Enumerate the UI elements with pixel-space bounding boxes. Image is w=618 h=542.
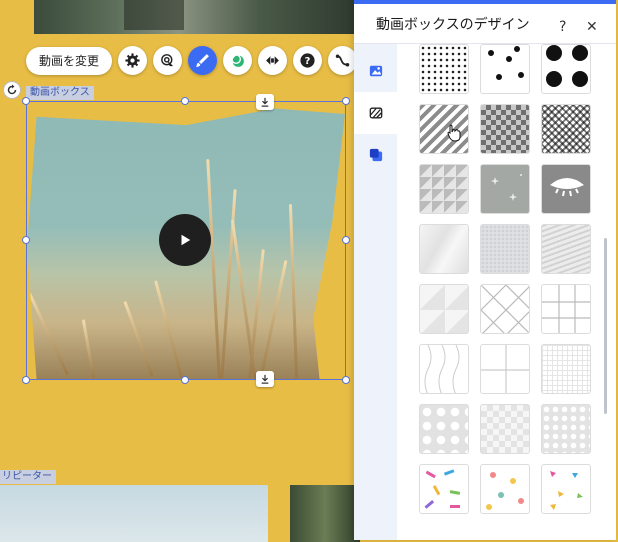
repeater-photo-1 [0, 485, 268, 542]
pattern-icon [369, 107, 382, 119]
rotate-handle[interactable] [3, 81, 21, 99]
design-button[interactable] [188, 46, 218, 75]
pattern-checker-gray[interactable] [480, 404, 530, 454]
pattern-brush-texture[interactable] [541, 224, 591, 274]
panel-header: 動画ボックスのデザイン ? ✕ [354, 4, 616, 44]
change-video-button[interactable]: 動画を変更 [26, 46, 113, 75]
connect-icon [335, 54, 350, 67]
pattern-faceted-light[interactable] [419, 224, 469, 274]
stretch-handle-top[interactable] [256, 94, 274, 110]
resize-handle-ml[interactable] [22, 236, 30, 244]
pattern-dots-small-gray[interactable] [541, 404, 591, 454]
help-button[interactable]: ? [293, 46, 323, 75]
rotate-icon [7, 84, 17, 95]
download-arrow-icon [261, 374, 269, 384]
panel-tab-bar [354, 44, 397, 540]
tab-image[interactable] [354, 50, 397, 92]
pattern-checker-diamonds[interactable] [480, 104, 530, 154]
floating-toolbar: 動画を変更 ? [26, 46, 358, 75]
pattern-scattered-dots[interactable] [480, 44, 530, 94]
pattern-fine-grid[interactable] [541, 344, 591, 394]
panel-title: 動画ボックスのデザイン [376, 16, 530, 33]
arrange-button[interactable] [258, 46, 288, 75]
resize-handle-bc[interactable] [181, 376, 189, 384]
pattern-sparkles[interactable] [480, 164, 530, 214]
pointer-hand-icon [447, 124, 461, 142]
pattern-eye[interactable] [541, 164, 591, 214]
download-arrow-icon [261, 97, 269, 107]
pattern-diagonal-stripes[interactable] [419, 104, 469, 154]
pattern-large-dots[interactable] [541, 44, 591, 94]
help-icon[interactable]: ? [559, 19, 566, 35]
image-icon [369, 65, 382, 77]
repeater-photo-2 [290, 485, 360, 542]
video-box-design-panel: 動画ボックスのデザイン ? ✕ [354, 0, 616, 540]
gear-icon [125, 53, 140, 68]
pattern-confetti-dots[interactable] [480, 464, 530, 514]
connect-button[interactable] [328, 46, 358, 75]
svg-text:?: ? [305, 56, 311, 67]
back-forward-icon [266, 56, 279, 65]
background-photo-top [34, 0, 356, 34]
pattern-wavy-lines[interactable] [419, 344, 469, 394]
pattern-diamond-lattice[interactable] [480, 284, 530, 334]
stretch-handle-bottom[interactable] [256, 371, 274, 387]
pattern-confetti-triangles[interactable] [541, 464, 591, 514]
resize-handle-tl[interactable] [22, 97, 30, 105]
pattern-polka-dots-gray[interactable] [419, 404, 469, 454]
settings-button[interactable] [118, 46, 148, 75]
tab-layers[interactable] [354, 134, 397, 176]
pattern-square-grid[interactable] [541, 284, 591, 334]
pattern-marble-texture[interactable] [480, 224, 530, 274]
panel-scrollbar[interactable] [604, 238, 607, 414]
layers-icon [369, 148, 382, 162]
resize-handle-bl[interactable] [22, 376, 30, 384]
element-label: 動画ボックス [26, 86, 94, 100]
pattern-triangle-outline[interactable] [419, 284, 469, 334]
pattern-confetti-sprinkles[interactable] [419, 464, 469, 514]
focal-point-icon [161, 54, 174, 67]
animation-icon [231, 54, 244, 67]
close-icon[interactable]: ✕ [586, 19, 598, 35]
resize-handle-tr[interactable] [342, 97, 350, 105]
repeater-label: リピーター [0, 470, 56, 484]
focal-point-button[interactable] [153, 46, 183, 75]
resize-handle-tc[interactable] [181, 97, 189, 105]
animation-button[interactable] [223, 46, 253, 75]
resize-handle-mr[interactable] [342, 236, 350, 244]
pattern-small-dots[interactable] [419, 44, 469, 94]
help-icon: ? [300, 53, 315, 68]
design-brush-icon [196, 54, 209, 67]
selection-frame [26, 101, 346, 380]
tab-pattern[interactable] [354, 92, 397, 134]
pattern-triangles[interactable] [419, 164, 469, 214]
pattern-zigzag-diamonds[interactable] [541, 104, 591, 154]
resize-handle-br[interactable] [342, 376, 350, 384]
pattern-four-squares[interactable] [480, 344, 530, 394]
